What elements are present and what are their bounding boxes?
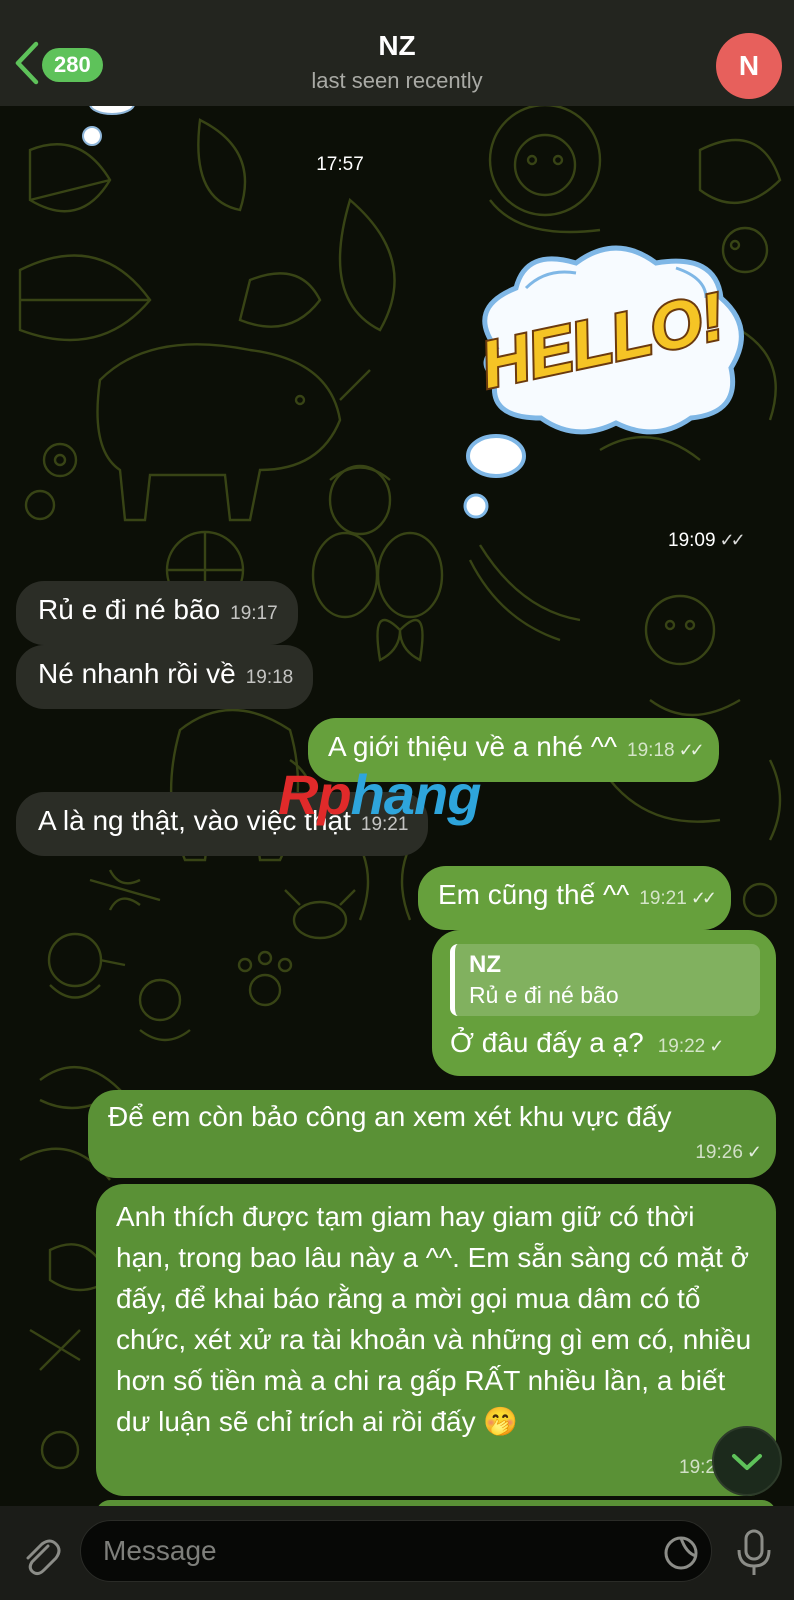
message-outgoing-reply[interactable]: NZ Rủ e đi né bão Ở đâu đấy a ạ? 19:22 ✓ <box>432 930 776 1076</box>
check-icon: ✓ <box>709 1036 724 1056</box>
message-text: Anh thích được tạm giam hay giam giữ có … <box>116 1201 752 1437</box>
double-check-icon: ✓✓ <box>678 740 705 760</box>
double-check-icon: ✓✓ <box>690 888 717 908</box>
reply-sender: NZ <box>469 951 501 978</box>
watermark-part1: Rp <box>278 763 352 826</box>
check-icon: ✓ <box>746 1142 762 1162</box>
scroll-down-button[interactable] <box>712 1426 782 1496</box>
chat-header: 280 NZ last seen recently N <box>0 0 794 106</box>
watermark-part2: hang <box>350 763 482 826</box>
sticker-timestamp: 19:09 ✓✓ <box>668 530 746 552</box>
message-time-group: 19:2 <box>679 1447 716 1488</box>
message-text: A giới thiệu về a nhé ^^ <box>328 731 618 762</box>
avatar[interactable]: N <box>716 33 782 99</box>
message-time: 19:2 <box>679 1457 716 1478</box>
hello-sticker[interactable]: HELLO! <box>456 238 756 528</box>
reply-quote[interactable]: NZ Rủ e đi né bão <box>450 944 760 1016</box>
message-text: Ở đâu đấy a ạ? <box>450 1027 644 1058</box>
message-outgoing[interactable]: Anh thích được tạm giam hay giam giữ có … <box>96 1184 776 1496</box>
message-text: Em cũng thế ^^ <box>438 879 630 910</box>
message-outgoing[interactable]: Để em còn bảo công an xem xét khu vực đấ… <box>88 1090 776 1178</box>
contact-status: last seen recently <box>311 68 483 93</box>
message-time: 19:18 <box>245 667 294 688</box>
double-check-icon: ✓✓ <box>719 530 746 550</box>
message-incoming[interactable]: Rủ e đi né bão 19:17 <box>16 581 298 645</box>
sticker-icon[interactable] <box>662 1534 700 1572</box>
reply-text: Rủ e đi né bão <box>469 982 619 1008</box>
sticker-time: 19:09 <box>668 530 716 551</box>
message-input[interactable] <box>80 1520 712 1582</box>
message-time: 19:21 <box>639 888 687 909</box>
paperclip-icon[interactable] <box>18 1534 62 1578</box>
message-time: 19:26 <box>695 1142 743 1163</box>
message-time: 19:22 <box>657 1036 706 1057</box>
watermark-logo: Rphang <box>278 762 482 827</box>
microphone-icon[interactable] <box>734 1528 774 1578</box>
message-text: Rủ e đi né bão <box>38 594 221 625</box>
message-time: 19:17 <box>230 603 278 624</box>
message-incoming[interactable]: Né nhanh rồi về 19:18 <box>16 645 314 709</box>
message-input-bar <box>0 1506 794 1600</box>
time-stamp: 17:57 <box>316 154 364 175</box>
message-outgoing[interactable]: Em cũng thế ^^ 19:21 ✓✓ <box>418 866 731 930</box>
contact-name[interactable]: NZ <box>0 30 794 62</box>
message-text: Né nhanh rồi về <box>38 658 236 689</box>
message-time: 19:18 <box>627 740 675 761</box>
message-time-group: 19:26 ✓ <box>695 1135 762 1170</box>
message-text: Để em còn bảo công an xem xét khu vực đấ… <box>108 1101 672 1132</box>
chevron-down-icon <box>732 1454 762 1470</box>
